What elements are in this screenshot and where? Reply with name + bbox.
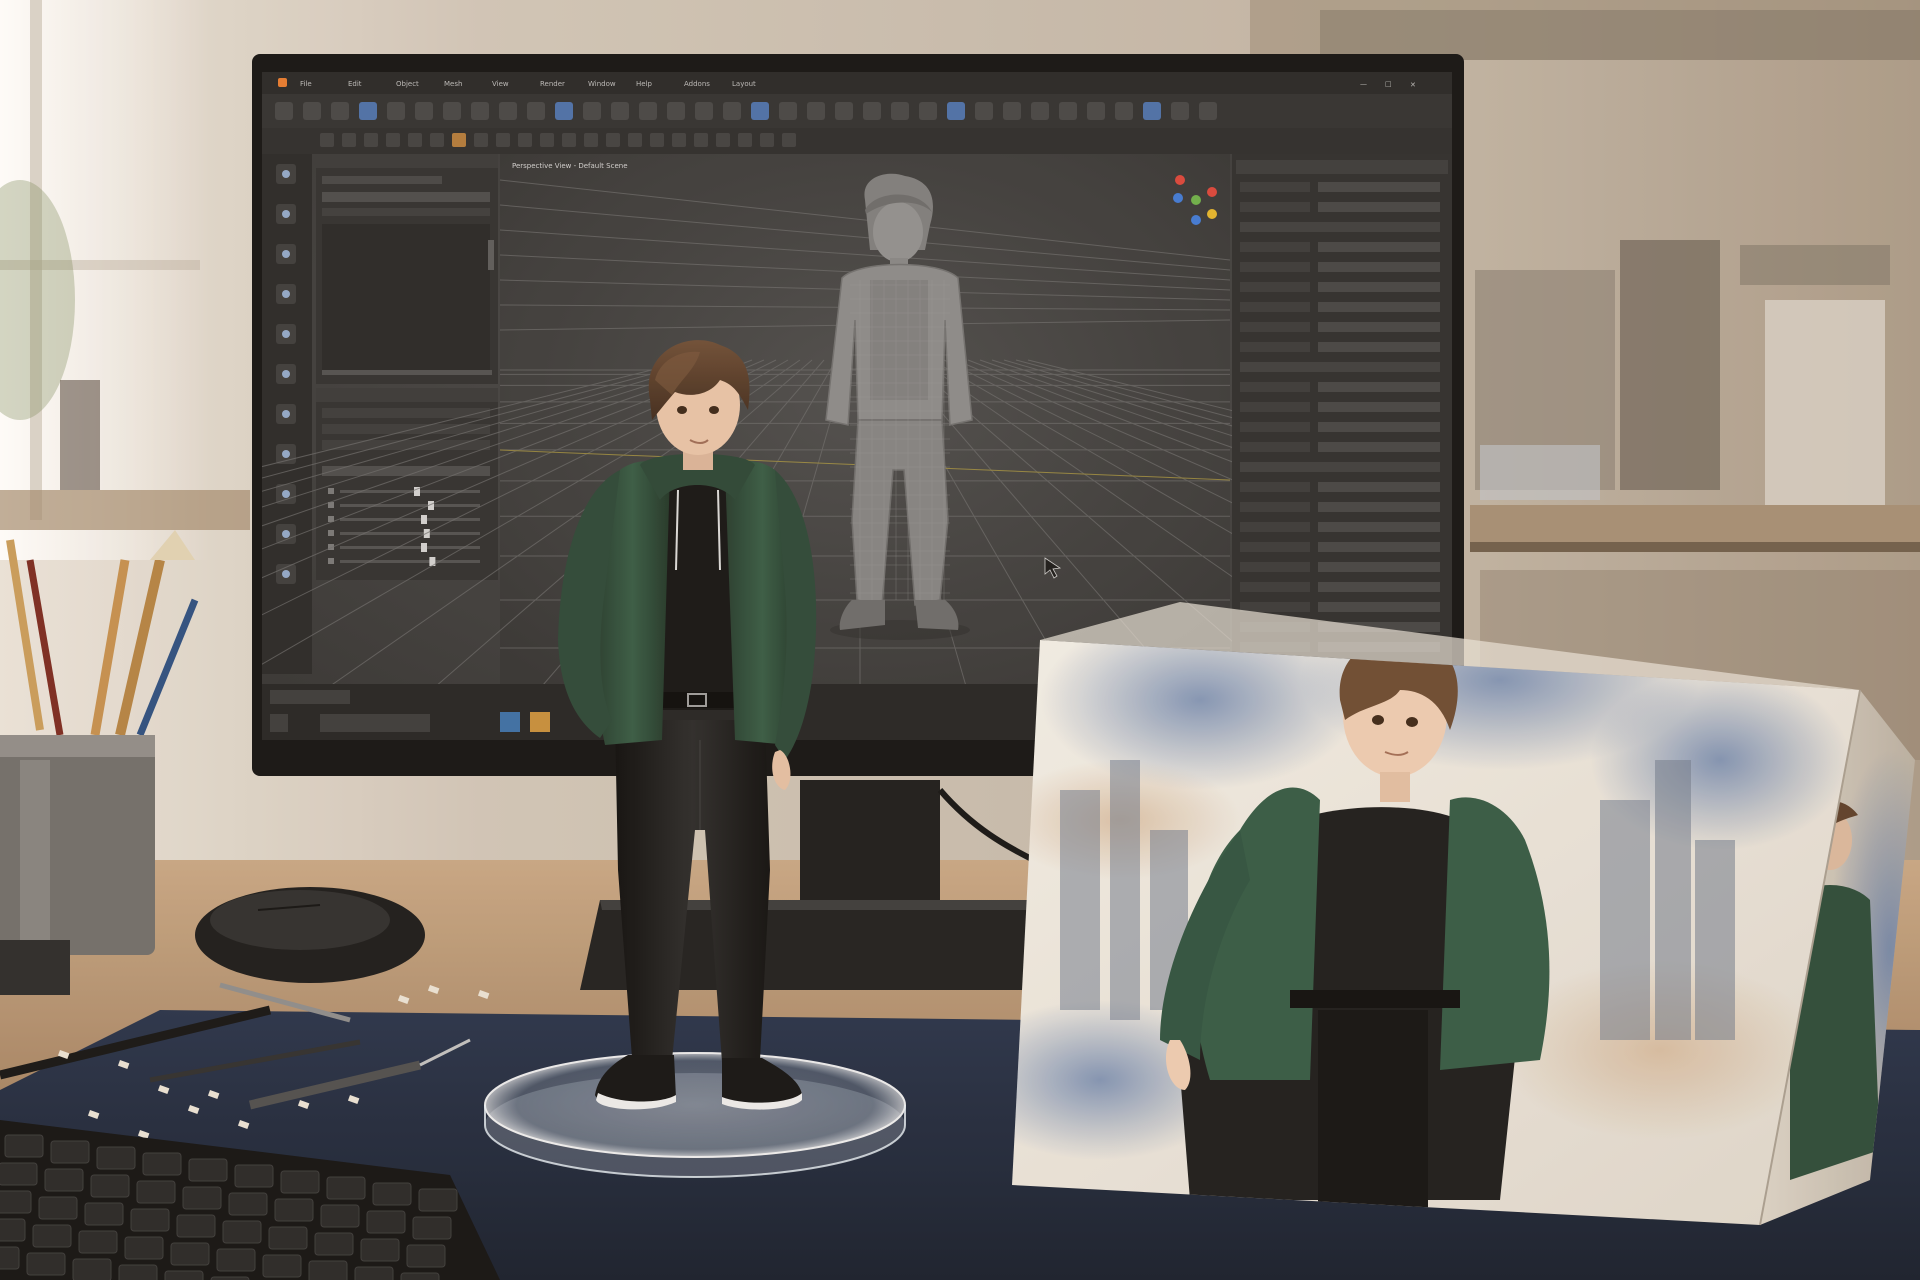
workspace-photo: File Edit Object Mesh View Render Window Help Ad… [0,0,1920,1280]
ambient-light [0,0,1920,1280]
scene-svg: File Edit Object Mesh View Render Window Help Ad… [0,0,1920,1280]
